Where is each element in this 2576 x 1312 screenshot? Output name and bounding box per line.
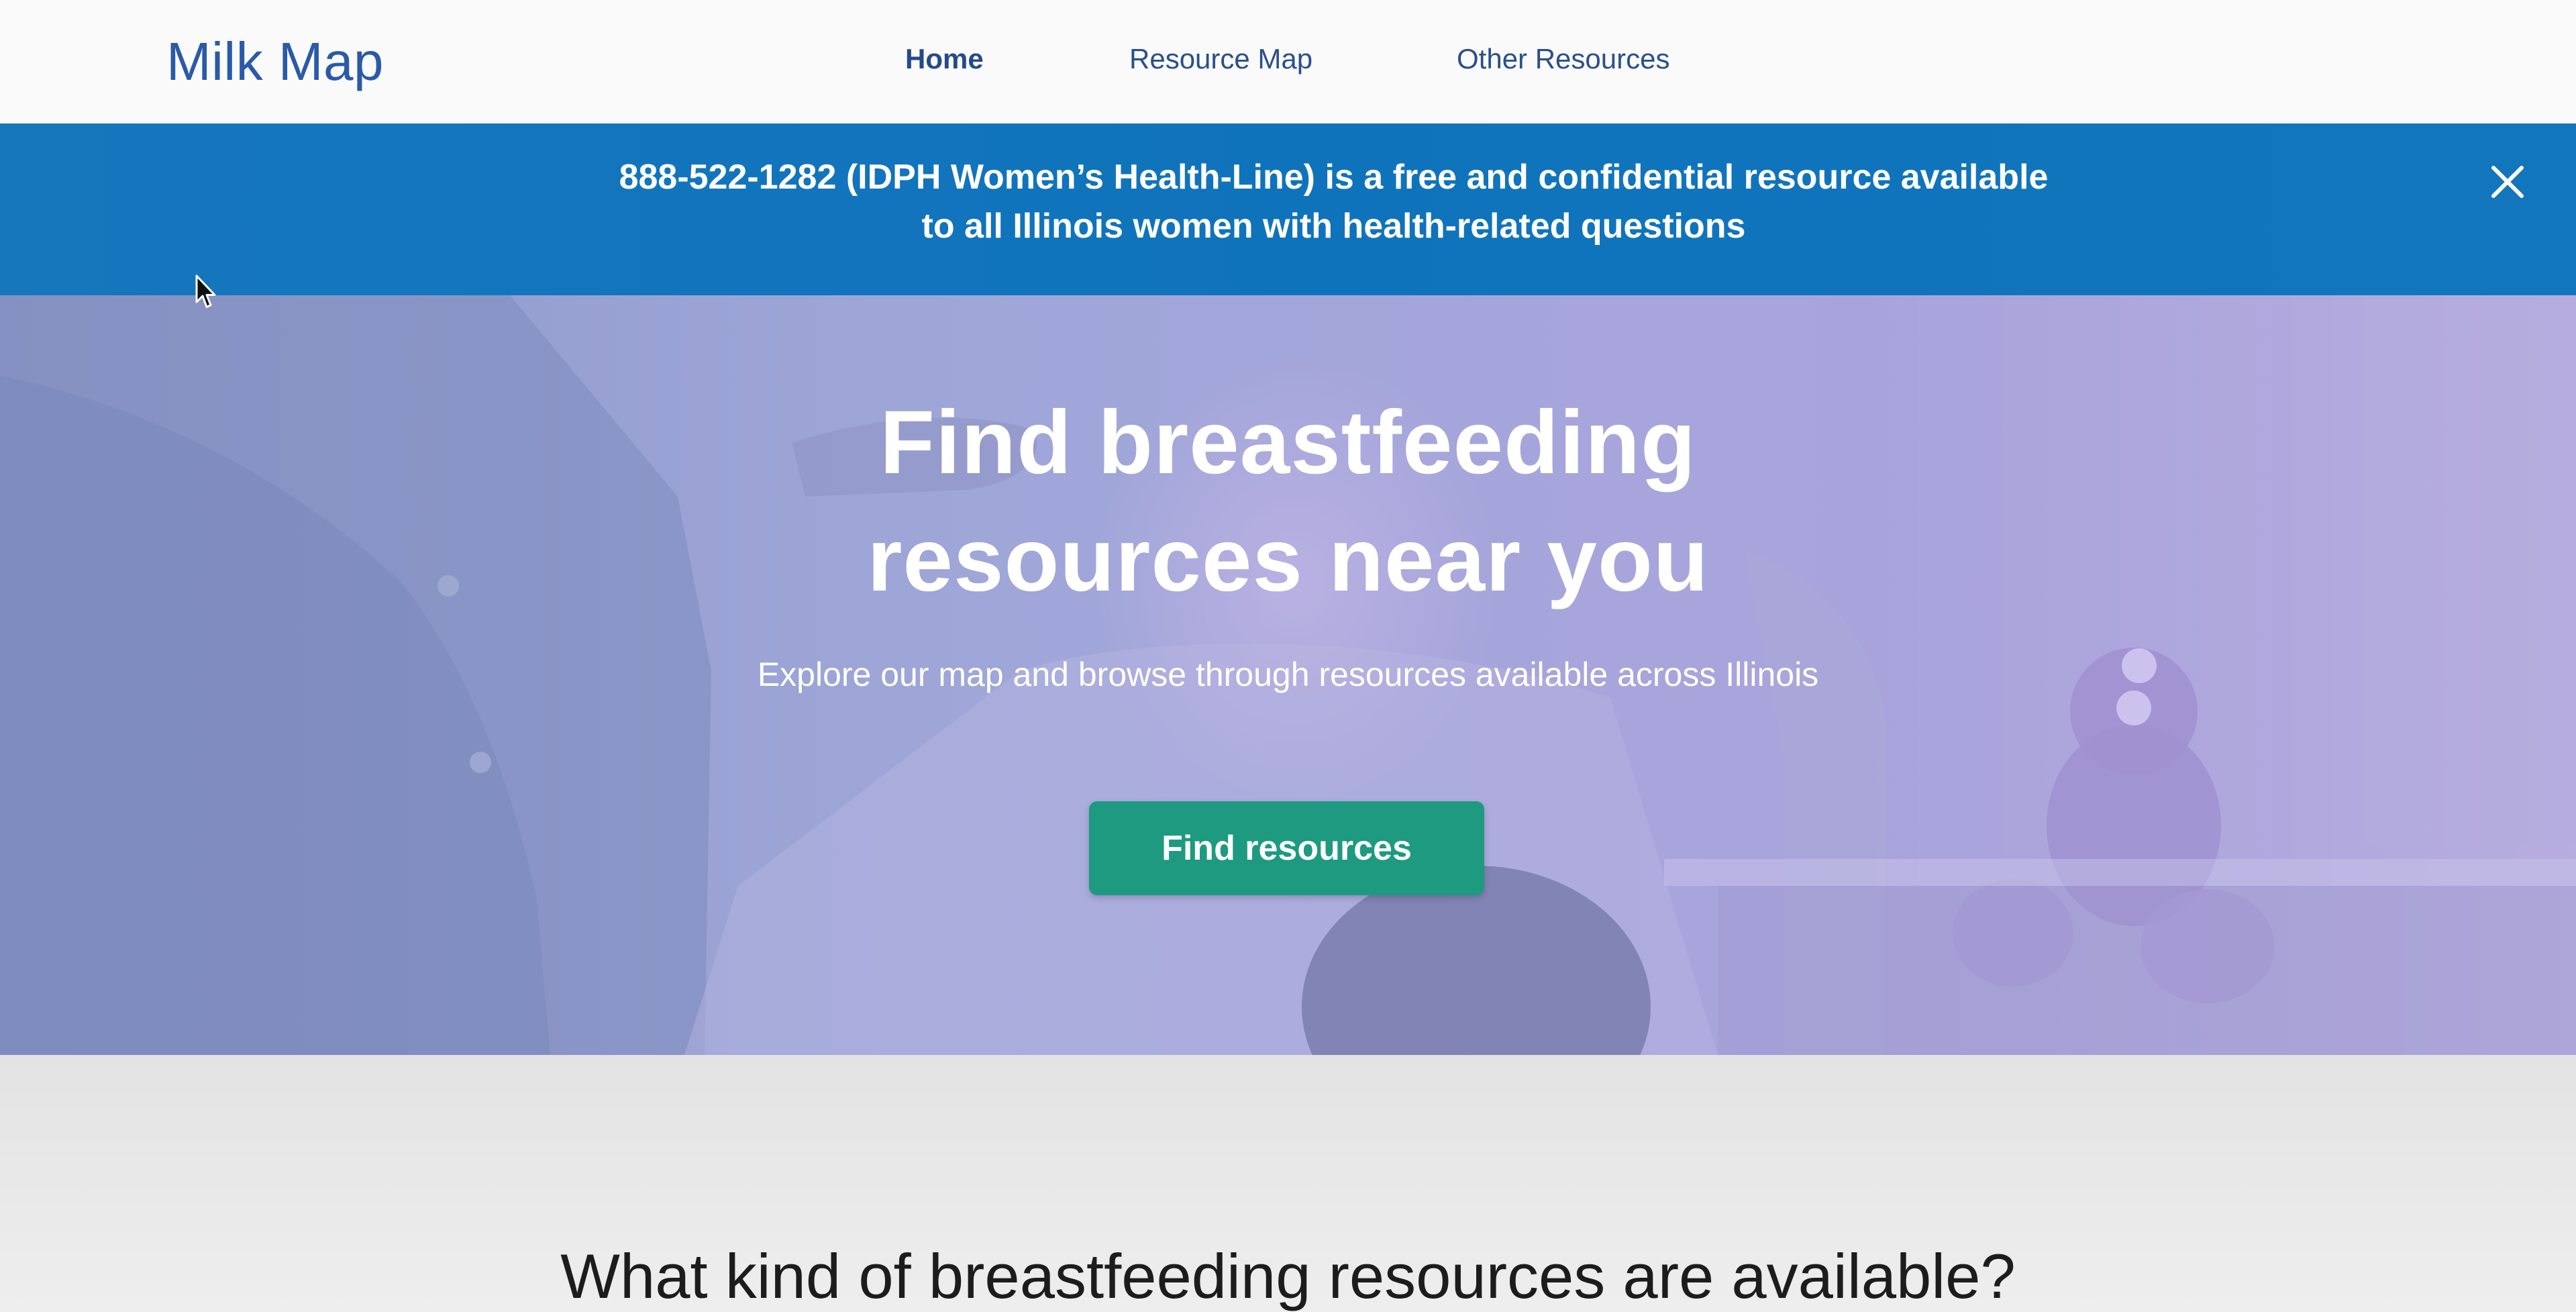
main-nav: Home Resource Map Other Resources (0, 39, 2576, 79)
announcement-text: 888-522-1282 (IDPH Women’s Health-Line) … (403, 153, 2265, 251)
close-icon[interactable] (2488, 162, 2527, 201)
hero-title-line-2: resources near you (867, 510, 1709, 610)
hero-title-line-1: Find breastfeeding (880, 393, 1696, 493)
page: Milk Map Home Resource Map Other Resourc… (0, 0, 2576, 1312)
hero-title: Find breastfeeding resources near you (0, 384, 2576, 619)
hero-subtitle: Explore our map and browse through resou… (757, 656, 1819, 693)
announcement-line-2: to all Illinois women with health-relate… (921, 207, 1746, 246)
announcement-line-1: 888-522-1282 (IDPH Women’s Health-Line) … (619, 158, 2049, 197)
resources-section: What kind of breastfeeding resources are… (0, 1055, 2576, 1312)
site-header: Milk Map Home Resource Map Other Resourc… (0, 0, 2576, 123)
announcement-banner: 888-522-1282 (IDPH Women’s Health-Line) … (0, 123, 2576, 295)
nav-home-link[interactable]: Home (905, 39, 984, 79)
nav-resource-map-link[interactable]: Resource Map (1129, 39, 1312, 79)
hero-section: Find breastfeeding resources near you Ex… (0, 295, 2576, 1055)
mouse-cursor-icon (195, 274, 216, 308)
nav-other-resources-link[interactable]: Other Resources (1457, 39, 1669, 79)
find-resources-button[interactable]: Find resources (1089, 801, 1484, 895)
resources-section-heading: What kind of breastfeeding resources are… (560, 1241, 2016, 1311)
